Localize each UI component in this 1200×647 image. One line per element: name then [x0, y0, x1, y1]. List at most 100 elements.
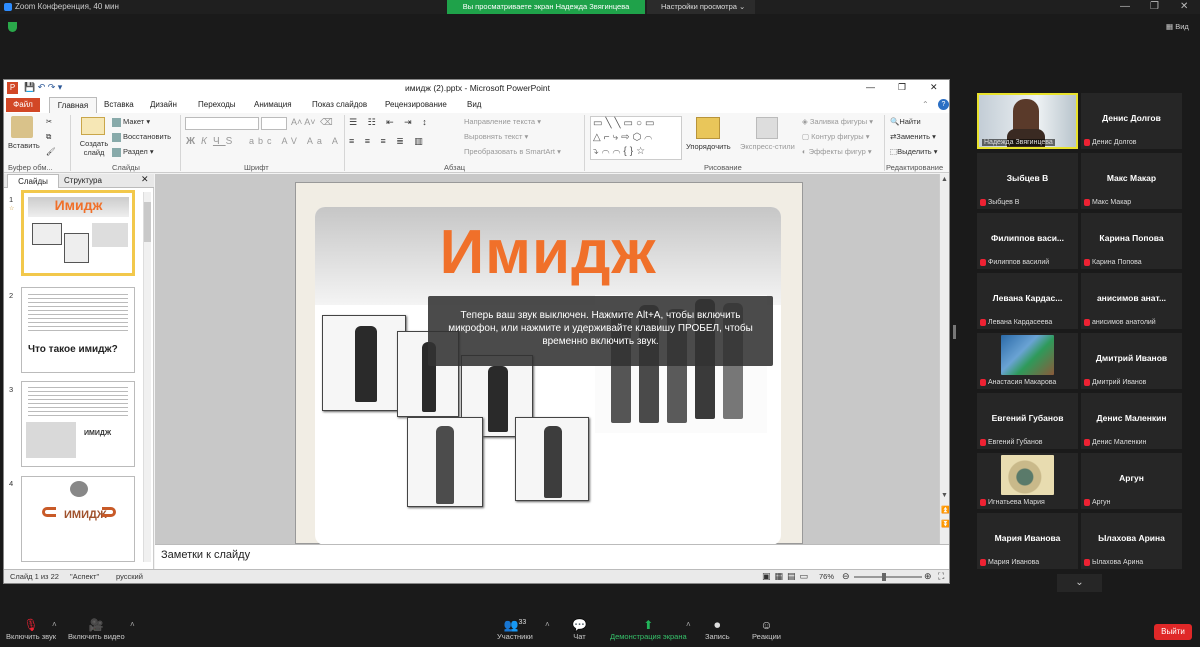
font-style-icons[interactable]: ЖКЧS — [186, 136, 238, 147]
slide-thumb-3[interactable]: ИМИДЖ — [21, 381, 135, 467]
font-effect-icons[interactable]: abc AV Aa A — [249, 136, 342, 146]
slide-scrollbar[interactable]: ▲ ▼ ⏫ ⏬ — [939, 174, 949, 544]
tab-file[interactable]: Файл — [6, 98, 40, 112]
arrange-button[interactable]: Упорядочить — [686, 142, 731, 151]
arrange-icon[interactable] — [696, 117, 720, 139]
zoom-out-icon[interactable]: ⊖ — [842, 571, 850, 582]
participant-tile[interactable]: Денис Долгов Денис Долгов — [1081, 93, 1182, 149]
new-slide-button[interactable]: Создать слайд — [77, 139, 111, 157]
leave-button[interactable]: Выйти — [1154, 624, 1192, 640]
pane-close-icon[interactable]: ✕ — [141, 174, 149, 185]
zoom-in-icon[interactable]: ⊕ — [924, 571, 932, 582]
clear-format-icon[interactable]: ⌫ — [320, 117, 333, 128]
participant-tile[interactable]: Зыбцев В Зыбцев В — [977, 153, 1078, 209]
participants-chevron-icon[interactable]: ˄ — [545, 620, 550, 629]
shape-outline-button[interactable]: ▢ Контур фигуры ▾ — [802, 132, 869, 141]
cut-icon[interactable]: ✂ — [46, 117, 52, 126]
tab-design[interactable]: Дизайн — [150, 100, 177, 109]
scroll-down-icon[interactable]: ▼ — [941, 492, 948, 499]
select-button[interactable]: ⬚Выделить ▾ — [890, 147, 938, 156]
slide-photo[interactable] — [322, 315, 406, 411]
ppt-minimize-icon[interactable]: — — [866, 82, 875, 92]
participant-tile[interactable]: Аргун Аргун — [1081, 453, 1182, 509]
participant-tile[interactable]: Дмитрий Иванов Дмитрий Иванов — [1081, 333, 1182, 389]
view-mode-icons[interactable]: ▣▦▤▭ — [762, 571, 812, 582]
new-slide-icon[interactable] — [81, 117, 105, 135]
zoom-slider-thumb[interactable] — [882, 573, 886, 581]
unmute-button[interactable]: 🎙 Включить звук — [6, 618, 56, 641]
participant-tile[interactable]: Филиппов васи... Филиппов василий — [977, 213, 1078, 269]
shape-effects-button[interactable]: ◐ Эффекты фигур ▾ — [802, 147, 872, 156]
shapes-gallery[interactable]: ▭╲╲▭○▭ △⌐⤷⇨⬡⌒ ⤵⌒⌒{}☆ — [590, 116, 682, 160]
ppt-close-icon[interactable]: ✕ — [930, 82, 938, 93]
smartart-button[interactable]: Преобразовать в SmartArt ▾ — [464, 147, 561, 156]
scroll-up-icon[interactable]: ▲ — [941, 176, 948, 183]
participant-tile[interactable]: Надежда Звягинцева — [977, 93, 1078, 149]
participant-tile[interactable]: Ылахова Арина Ылахова Арина — [1081, 513, 1182, 569]
shape-fill-button[interactable]: ◈ Заливка фигуры ▾ — [802, 117, 873, 126]
participant-tile[interactable]: Денис Маленкин Денис Маленкин — [1081, 393, 1182, 449]
audio-options-chevron-icon[interactable]: ˄ — [52, 620, 57, 629]
pane-tab-slides[interactable]: Слайды — [7, 174, 59, 188]
slide-title[interactable]: Имидж — [315, 217, 781, 288]
fit-slide-icon[interactable]: ⛶ — [938, 571, 944, 582]
zoom-slider[interactable] — [854, 573, 922, 581]
section-button[interactable]: Раздел ▾ — [112, 147, 154, 157]
maximize-icon[interactable]: ❐ — [1150, 1, 1159, 12]
pane-tab-outline[interactable]: Структура — [64, 176, 102, 185]
share-chevron-icon[interactable]: ˄ — [686, 620, 691, 629]
font-name-input[interactable] — [185, 117, 259, 130]
participant-tile[interactable]: Мария Иванова Мария Иванова — [977, 513, 1078, 569]
tab-slideshow[interactable]: Показ слайдов — [312, 100, 367, 109]
quick-styles-icon[interactable] — [756, 117, 778, 139]
tab-animation[interactable]: Анимация — [254, 100, 292, 109]
participant-tile[interactable]: Карина Попова Карина Попова — [1081, 213, 1182, 269]
font-grow-shrink-icons[interactable]: A˄ A˅ — [291, 117, 316, 127]
gallery-next-page-icon[interactable]: ⌄ — [1057, 574, 1102, 592]
slide-thumb-4[interactable]: ИМИДЖ — [21, 476, 135, 562]
help-icon[interactable]: ? — [938, 99, 949, 110]
list-icons[interactable]: ☰ ☷ ⇤ ⇥ ↕ — [349, 117, 431, 128]
tab-home[interactable]: Главная — [49, 97, 97, 113]
video-options-chevron-icon[interactable]: ˄ — [130, 620, 135, 629]
slide-thumb-1[interactable]: Имидж — [21, 190, 135, 276]
participant-tile[interactable]: Макс Макар Макс Макар — [1081, 153, 1182, 209]
close-icon[interactable]: ✕ — [1180, 1, 1188, 12]
tab-transitions[interactable]: Переходы — [198, 100, 236, 109]
font-size-input[interactable] — [261, 117, 287, 130]
reactions-button[interactable]: ☺ Реакции — [752, 618, 781, 641]
participant-tile[interactable]: анисимов анат... анисимов анатолий — [1081, 273, 1182, 329]
view-options-button[interactable]: Настройки просмотра ⌄ — [647, 0, 755, 14]
chat-button[interactable]: 💬 Чат — [572, 618, 587, 641]
participant-tile[interactable]: Анастасия Макарова — [977, 333, 1078, 389]
prev-slide-icon[interactable]: ⏫ — [941, 506, 949, 514]
security-shield-icon[interactable] — [8, 22, 17, 32]
format-painter-icon[interactable]: 🖌 — [46, 147, 56, 156]
view-button[interactable]: ▦ Вид — [1166, 22, 1189, 31]
minimize-icon[interactable]: — — [1120, 1, 1130, 12]
scrollbar-thumb[interactable] — [144, 202, 151, 242]
participant-tile[interactable]: Игнатьева Мария — [977, 453, 1078, 509]
panel-splitter[interactable] — [953, 325, 956, 339]
layout-button[interactable]: Макет ▾ — [112, 117, 150, 127]
text-direction-button[interactable]: Направление текста ▾ — [464, 117, 541, 126]
slide-photo[interactable] — [407, 417, 483, 507]
copy-icon[interactable]: ⧉ — [46, 132, 51, 142]
ribbon-collapse-icon[interactable]: ⌃ — [922, 100, 929, 109]
participants-button[interactable]: 👥33 Участники — [497, 618, 533, 641]
slide-photo[interactable] — [515, 417, 589, 501]
next-slide-icon[interactable]: ⏬ — [941, 520, 949, 528]
tab-insert[interactable]: Вставка — [104, 100, 134, 109]
align-icons[interactable]: ≡ ≡ ≡ ≣ ▥ — [349, 136, 427, 147]
participant-tile[interactable]: Левана Кардас... Левана Кардасеева — [977, 273, 1078, 329]
quick-styles-button[interactable]: Экспресс-стили — [740, 142, 795, 151]
record-button[interactable]: ⏺ Запись — [705, 618, 730, 641]
paste-button[interactable]: Вставить — [8, 141, 40, 150]
start-video-button[interactable]: 🎥 Включить видео — [68, 618, 125, 641]
slides-pane-scrollbar[interactable] — [143, 192, 151, 562]
find-button[interactable]: 🔍Найти — [890, 117, 921, 126]
align-text-button[interactable]: Выровнять текст ▾ — [464, 132, 528, 141]
ppt-restore-icon[interactable]: ❐ — [898, 82, 906, 93]
share-screen-button[interactable]: ⬆ Демонстрация экрана — [610, 618, 687, 641]
paste-icon[interactable] — [11, 116, 33, 138]
